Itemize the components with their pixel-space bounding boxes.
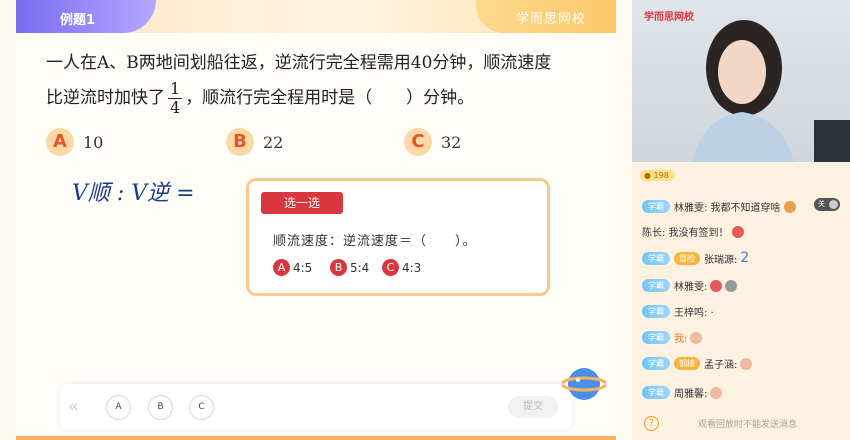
option-b: B 22: [226, 128, 283, 156]
chat-message: 学霸 我:: [642, 330, 703, 345]
role-badge: 学霸: [642, 251, 670, 265]
answer-button-b[interactable]: B: [148, 395, 173, 420]
question-line-1: 一人在A、B两地间划船往返，逆流行完全程需用40分钟，顺流速度: [46, 53, 552, 73]
question-line-2-start: 比逆流时加快了: [46, 88, 165, 108]
chat-message: 陈长: 我没有签到！: [642, 224, 744, 239]
chat-message: 学霸 周雅馨:: [642, 385, 723, 400]
example-tab-label: 例题1: [16, 0, 156, 33]
option-value: 32: [441, 132, 462, 152]
option-value: 10: [83, 132, 104, 152]
slide-bottom-stripe: [16, 436, 616, 440]
emoji-icon: [710, 279, 723, 292]
quiz-choice-value: 4:5: [293, 260, 313, 275]
planet-mascot-icon: [562, 368, 606, 400]
viewer-count-badge: ● 198: [640, 170, 675, 181]
level-badge: 钢精: [674, 357, 700, 370]
chat-text: 林雅雯:: [674, 282, 708, 293]
viewer-count: 198: [653, 171, 669, 180]
chat-message: 学霸 冒险 张瑞源: 2: [642, 250, 749, 266]
option-c: C 32: [404, 128, 461, 156]
option-value: 22: [263, 132, 284, 152]
quiz-prompt: 顺流速度：逆流速度＝（ ）。: [273, 234, 477, 249]
quiz-choice-value: 5:4: [350, 260, 370, 275]
role-badge: 学霸: [642, 305, 670, 318]
answer-button-a[interactable]: A: [106, 395, 131, 420]
brand-watermark: 学而思网校: [515, 12, 586, 27]
emoji-icon: [710, 386, 723, 399]
chat-message: 学霸 林雅雯:: [642, 278, 738, 293]
replay-notice: 观看回放时不能发送消息: [698, 420, 798, 430]
quiz-choice-value: 4:3: [402, 260, 422, 275]
chat-message: 学霸 钢精 孟子涵:: [642, 356, 753, 371]
level-badge: 冒险: [674, 251, 700, 265]
chat-text: 王梓鸣: ·: [674, 308, 714, 319]
chat-text: 孟子涵:: [704, 360, 738, 371]
side-panel: 学而思网校 ● 198 关 学霸 林雅雯: 我都不知道穿啥 陈长: 我没有签到！…: [632, 0, 850, 440]
chat-text: 张瑞源:: [704, 254, 738, 266]
option-letter: C: [404, 128, 432, 156]
quiz-choice-b: B 5:4: [330, 259, 369, 276]
handwriting-text: V顺 : V逆 =: [72, 181, 195, 206]
fire-icon: ●: [644, 171, 651, 180]
emoji-icon: [740, 357, 753, 370]
double-chevron-left-icon[interactable]: «: [68, 396, 79, 417]
answer-button-c[interactable]: C: [189, 395, 214, 420]
question-line-2: 比逆流时加快了 1 4 ，顺流行完全程用时是（ ）分钟。: [46, 80, 606, 117]
chat-text: 周雅馨:: [674, 389, 708, 400]
emoji-icon: [783, 200, 796, 213]
teacher-video: 学而思网校: [632, 0, 850, 162]
option-letter: B: [226, 128, 254, 156]
role-badge: 学霸: [642, 357, 670, 370]
quiz-choice-a: A 4:5: [273, 259, 312, 276]
teacher-silhouette: [692, 20, 850, 162]
question-circle-icon[interactable]: ?: [644, 416, 659, 431]
danmaku-toggle[interactable]: 关: [814, 198, 840, 211]
number-two-emoji-icon: 2: [740, 250, 750, 266]
role-badge: 学霸: [642, 331, 670, 344]
fraction: 14: [168, 79, 183, 117]
chat-text: 林雅雯: 我都不知道穿啥: [674, 203, 781, 214]
role-badge: 学霸: [642, 279, 670, 292]
answer-bar: « A B C 提交: [60, 384, 572, 430]
chat-message: 学霸 林雅雯: 我都不知道穿啥: [642, 199, 796, 214]
video-brand-logo: 学而思网校: [644, 12, 694, 23]
role-badge: 学霸: [642, 386, 670, 399]
chat-text: 陈长: 我没有签到！: [642, 228, 729, 239]
chat-text: 我:: [674, 334, 688, 345]
emoji-icon: [725, 279, 738, 292]
quiz-choice-letter: A: [273, 259, 290, 276]
fraction-denominator: 4: [170, 98, 181, 117]
courseware-slide: 学而思网校 例题1 一人在A、B两地间划船往返，逆流行完全程需用40分钟，顺流速…: [0, 0, 632, 440]
submit-button[interactable]: 提交: [508, 396, 558, 418]
fraction-numerator: 1: [168, 79, 183, 99]
quiz-tag: 选一选: [261, 192, 343, 214]
emoji-icon: [690, 331, 703, 344]
quiz-choice-letter: C: [382, 259, 399, 276]
question-text: 一人在A、B两地间划船往返，逆流行完全程需用40分钟，顺流速度 比逆流时加快了 1…: [46, 46, 606, 117]
emoji-icon: [731, 225, 744, 238]
question-line-2-end: ，顺流行完全程用时是（ ）分钟。: [185, 88, 475, 108]
quiz-choice-c: C 4:3: [382, 259, 421, 276]
handwritten-annotation: V顺 : V逆 =: [72, 181, 195, 206]
chat-message: 学霸 王梓鸣: ·: [642, 304, 714, 319]
option-a: A 10: [46, 128, 103, 156]
quiz-card: 选一选 顺流速度：逆流速度＝（ ）。 A 4:5 B 5:4 C 4:3: [246, 178, 550, 296]
role-badge: 学霸: [642, 200, 670, 213]
option-letter: A: [46, 128, 74, 156]
quiz-choice-letter: B: [330, 259, 347, 276]
